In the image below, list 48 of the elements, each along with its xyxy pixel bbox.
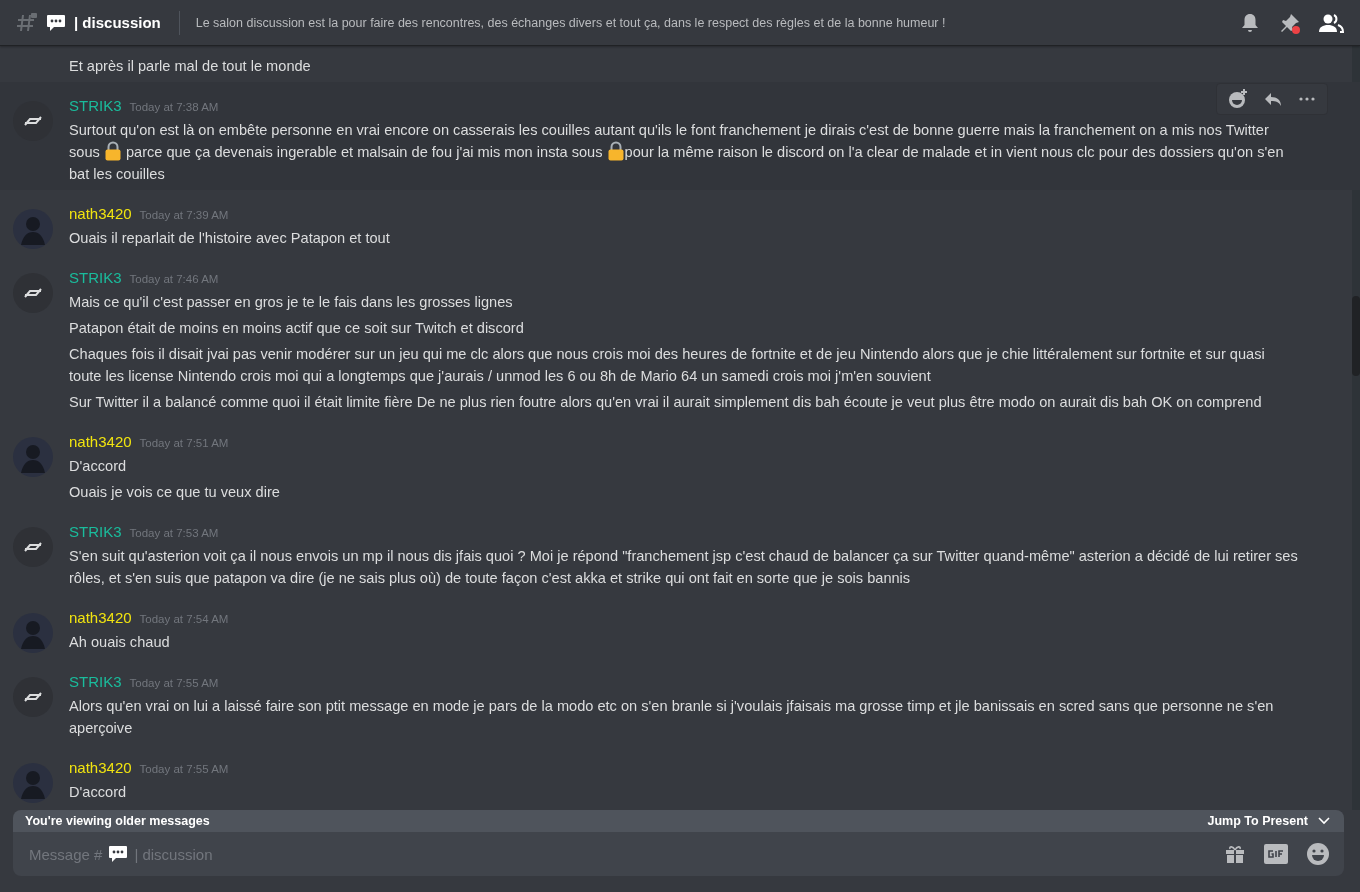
- author-name[interactable]: STRIK3: [69, 523, 122, 540]
- chat-bubble-icon: [46, 13, 66, 32]
- timestamp: Today at 7:51 AM: [139, 437, 229, 449]
- timestamp: Today at 7:46 AM: [129, 273, 219, 285]
- channel-name: | discussion: [74, 14, 161, 31]
- message-text: Patapon était de moins en moins actif que ce soit sur Twitch et discord: [69, 319, 525, 338]
- message-text: Et après il parle mal de tout le monde: [69, 57, 312, 76]
- avatar-logo[interactable]: [13, 273, 53, 313]
- timestamp: Today at 7:53 AM: [129, 527, 219, 539]
- timestamp: Today at 7:39 AM: [139, 209, 229, 221]
- message-text: Ah ouais chaud: [69, 633, 171, 652]
- timestamp: Today at 7:55 AM: [129, 677, 219, 689]
- chat-bubble-icon: [108, 845, 129, 863]
- message-text: Surtout qu'on est là on embête personne en vrai encore on casserais les couilles autant qu'ils le font franchement je dirais c'est de bonne guerre mais la franchement on a mis nos Twitter sous parce que ça devenais ingerable et malsain de fou j'ai mis mon insta sous pour la même raison le discord on l'a clear de malade et in vient nous clc pour des dossiers qu'on s'en bat les couilles: [69, 121, 1285, 184]
- timestamp: Today at 7:55 AM: [139, 763, 229, 775]
- message-text: Alors qu'en vrai on lui a laissé faire son ptit message en mode je pars de la modo etc on s'en branle si j'voulais jfaisais ma grosse timp et jle banissais en scred sans que personne ne s'en aperçoive: [69, 697, 1275, 738]
- avatar-logo[interactable]: [13, 101, 53, 141]
- message-text: D'accord: [69, 457, 128, 476]
- message-text: Ouais je vois ce que tu veux dire: [69, 483, 281, 502]
- gift-icon[interactable]: [1224, 843, 1246, 865]
- timestamp: Today at 7:54 AM: [139, 613, 229, 625]
- message-text: Sur Twitter il a balancé comme quoi il était limite fière De ne plus rien foutre alors qu'en vrai il aurait simplement dis bah écoute je veut plus être modo on aurait dis bah OK on comprend: [69, 393, 1263, 412]
- message-text: S'en suit qu'asterion voit ça il nous envois un mp il nous dis jfais quoi ? Moi je répond "franchement jsp c'est chaud de balancer ça sur Twitter quand-même" asterion a décidé de lui retirer ses rôles, et s'en suis que patapon va dire (je ne sais plus où) de toute façon c'est akka et strike qui ont fait en sorte que je sois bannis: [69, 547, 1299, 588]
- avatar-logo[interactable]: [13, 677, 53, 717]
- message-text: Ouais il reparlait de l'histoire avec Patapon et tout: [69, 229, 391, 248]
- gif-icon[interactable]: [1264, 844, 1288, 864]
- hash-icon: [16, 11, 38, 34]
- author-name[interactable]: STRIK3: [69, 269, 122, 286]
- chevron-icon[interactable]: [1318, 817, 1330, 825]
- padlock-icon: [606, 141, 625, 161]
- author-name[interactable]: nath3420: [69, 433, 132, 450]
- message-text: Chaques fois il disait jvai pas venir modérer sur un jeu qui me clc alors que nous crois moi des heures de fortnite et de jeu Nintendo alors que je chie littéralement sur fortnite et sur quasi toute les license Nintendo crois moi qui a longtemps que j'aurais / unmod les 6 ou 8h de Mario 64 un samedi crois moi j'm'en souvient: [69, 345, 1266, 386]
- channel-topic: Le salon discussion est la pour faire des rencontres, des échanges divers et tout ça, dans le respect des règles et de la bonne humeur !: [195, 15, 947, 30]
- scrollbar-thumb[interactable]: [1352, 296, 1360, 376]
- author-name[interactable]: nath3420: [69, 205, 132, 222]
- author-name[interactable]: STRIK3: [69, 97, 122, 114]
- add-reaction-icon[interactable]: [1227, 88, 1249, 110]
- padlock-icon: [103, 141, 122, 161]
- avatar-logo[interactable]: [13, 527, 53, 567]
- author-name[interactable]: nath3420: [69, 609, 132, 626]
- message-text: Mais ce qu'il c'est passer en gros je te le fais dans les grosses lignes: [69, 293, 514, 312]
- message-text: D'accord: [69, 783, 128, 802]
- timestamp: Today at 7:38 AM: [129, 101, 219, 113]
- author-name[interactable]: nath3420: [69, 759, 132, 776]
- smiley-icon[interactable]: [1306, 842, 1330, 866]
- jump-to-present-link[interactable]: Jump To Present: [1207, 814, 1308, 828]
- banner-text: You're viewing older messages: [25, 814, 210, 828]
- author-name[interactable]: STRIK3: [69, 673, 122, 690]
